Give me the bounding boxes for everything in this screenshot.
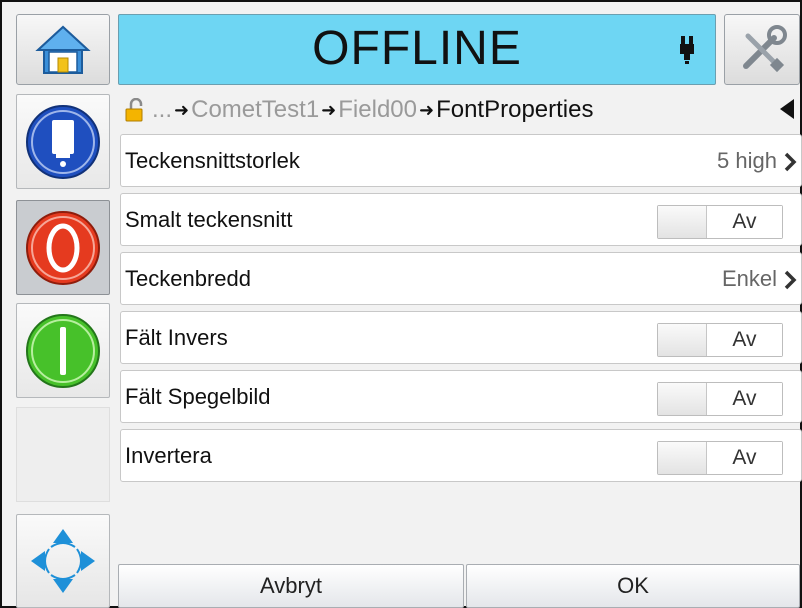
setting-row-field-inverse: Fält Invers Av	[120, 311, 802, 364]
setting-label: Invertera	[125, 442, 212, 468]
stop-button[interactable]	[16, 200, 110, 295]
sidebar-empty-slot	[16, 407, 110, 502]
navigation-button[interactable]	[16, 514, 110, 608]
toggle-knob	[658, 206, 707, 238]
toggle-state: Av	[707, 324, 782, 356]
toggle-state: Av	[707, 383, 782, 415]
stop-icon	[26, 210, 100, 285]
setting-row-narrow-font: Smalt teckensnitt Av	[120, 193, 802, 246]
setting-row-character-width[interactable]: Teckenbredd Enkel	[120, 252, 802, 305]
breadcrumb-separator: ➜	[321, 99, 337, 120]
setting-label: Fält Spegelbild	[125, 383, 271, 409]
breadcrumb-item-job[interactable]: CometTest1	[191, 96, 319, 124]
setting-value: Enkel	[721, 265, 777, 291]
invert-toggle[interactable]: Av	[657, 441, 783, 475]
tools-button[interactable]	[724, 14, 800, 85]
print-head-icon	[26, 104, 100, 179]
unlocked-padlock-icon	[125, 98, 143, 122]
breadcrumb-item-current: FontProperties	[436, 96, 594, 123]
toggle-state: Av	[707, 206, 782, 238]
setting-label: Teckenbredd	[125, 265, 251, 291]
toggle-knob	[658, 383, 707, 415]
printer-status: OFFLINE	[312, 22, 522, 75]
app-window: OFFLINE ... ➜ CometTest1 ➜ Field00 ➜ Fon…	[0, 0, 802, 608]
setting-row-field-mirror: Fält Spegelbild Av	[120, 370, 802, 423]
breadcrumb-separator: ➜	[418, 99, 435, 120]
ink-cartridge-icon	[680, 36, 694, 64]
toggle-knob	[658, 442, 707, 474]
chevron-right-icon	[784, 270, 797, 290]
start-button[interactable]	[16, 303, 110, 398]
narrow-font-toggle[interactable]: Av	[657, 205, 783, 239]
home-icon	[35, 25, 91, 74]
navigation-arrows-icon	[31, 529, 95, 593]
setting-row-font-size[interactable]: Teckensnittstorlek 5 high	[120, 134, 802, 187]
chevron-right-icon	[784, 152, 797, 172]
setting-value: 5 high	[717, 147, 777, 173]
start-icon	[26, 313, 100, 388]
toggle-knob	[658, 324, 707, 356]
breadcrumb: ... ➜ CometTest1 ➜ Field00 ➜ FontPropert…	[120, 90, 802, 130]
home-button[interactable]	[16, 14, 110, 85]
breadcrumb-separator: ➜	[174, 99, 190, 120]
cancel-button[interactable]: Avbryt	[118, 564, 464, 608]
field-inverse-toggle[interactable]: Av	[657, 323, 783, 357]
back-arrow-icon[interactable]	[778, 98, 796, 120]
setting-label: Smalt teckensnitt	[125, 206, 293, 232]
status-bar[interactable]: OFFLINE	[118, 14, 716, 85]
breadcrumb-item-field[interactable]: Field00	[338, 96, 417, 124]
tools-icon	[743, 24, 787, 72]
toggle-state: Av	[707, 442, 782, 474]
setting-row-invert: Invertera Av	[120, 429, 802, 482]
ok-button[interactable]: OK	[466, 564, 800, 608]
setting-label: Teckensnittstorlek	[125, 147, 300, 173]
breadcrumb-ellipsis: ...	[152, 96, 173, 123]
field-mirror-toggle[interactable]: Av	[657, 382, 783, 416]
setting-label: Fält Invers	[125, 324, 228, 350]
print-head-button[interactable]	[16, 94, 110, 189]
